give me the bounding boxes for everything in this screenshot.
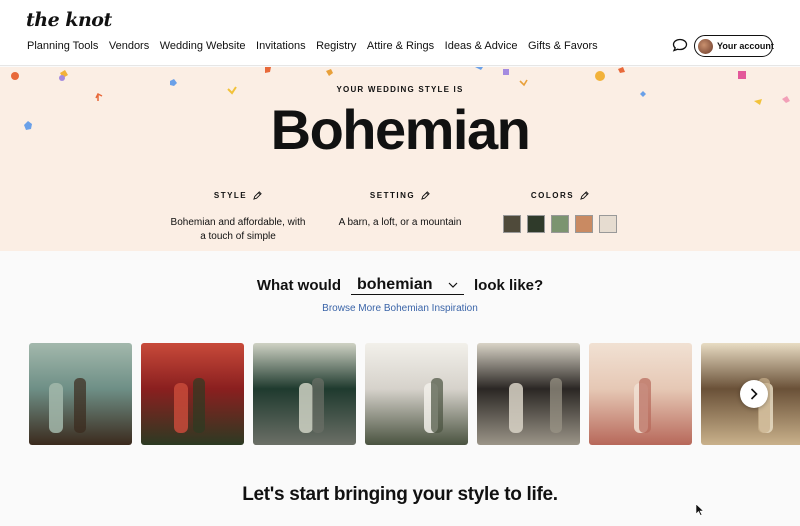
colors-column: COLORS xyxy=(502,185,618,233)
nav-vendors[interactable]: Vendors xyxy=(109,40,149,52)
main-nav: Planning Tools Vendors Wedding Website I… xyxy=(27,40,608,52)
style-column: STYLE Bohemian and affordable, with a to… xyxy=(168,185,308,244)
color-swatches xyxy=(502,215,618,233)
style-explore-row: What would bohemian look like? xyxy=(0,275,800,295)
setting-description: A barn, a loft, or a mountain xyxy=(338,217,462,228)
style-dropdown-value: bohemian xyxy=(356,275,433,293)
color-swatch xyxy=(575,215,593,233)
style-label: STYLE xyxy=(213,191,248,200)
section-title: Let's start bringing your style to life. xyxy=(242,484,558,505)
pencil-icon[interactable] xyxy=(421,191,430,200)
site-header: the knot Planning Tools Vendors Wedding … xyxy=(0,0,800,66)
color-swatch xyxy=(527,215,545,233)
photo-image xyxy=(49,378,86,433)
style-description: Bohemian and affordable, with a touch of… xyxy=(168,216,308,244)
nav-ideas-advice[interactable]: Ideas & Advice xyxy=(445,40,518,52)
inspiration-photo[interactable] xyxy=(253,343,356,445)
photo-image xyxy=(634,378,651,433)
photo-image xyxy=(299,378,324,433)
color-swatch xyxy=(599,215,617,233)
nav-wedding-website[interactable]: Wedding Website xyxy=(160,40,246,52)
style-title: Bohemian xyxy=(270,98,531,161)
chevron-right-icon xyxy=(750,388,758,400)
explore-suffix: look like? xyxy=(473,276,544,294)
style-description-line1: Bohemian and affordable, with xyxy=(170,217,306,228)
avatar xyxy=(698,38,713,54)
setting-label-row: SETTING xyxy=(370,191,430,200)
photo-image xyxy=(509,378,562,433)
inspiration-photo[interactable] xyxy=(365,343,468,445)
account-label: Your account xyxy=(717,41,774,51)
style-hero: YOUR WEDDING STYLE IS Bohemian STYLE Boh… xyxy=(0,67,800,251)
colors-label-row: COLORS xyxy=(531,191,589,200)
color-swatch xyxy=(503,215,521,233)
inspiration-photo[interactable] xyxy=(141,343,244,445)
chevron-down-icon xyxy=(448,282,458,288)
nav-gifts-favors[interactable]: Gifts & Favors xyxy=(528,40,598,52)
browse-inspiration-link[interactable]: Browse More Bohemian Inspiration xyxy=(0,303,800,314)
inspiration-photo[interactable] xyxy=(29,343,132,445)
style-label-row: STYLE xyxy=(214,191,262,200)
style-dropdown[interactable]: bohemian xyxy=(350,275,464,295)
inspiration-photo[interactable] xyxy=(477,343,580,445)
style-description-line2: a touch of simple xyxy=(200,231,276,242)
mouse-cursor-icon xyxy=(696,504,704,516)
nav-invitations[interactable]: Invitations xyxy=(256,40,306,52)
pencil-icon[interactable] xyxy=(580,191,589,200)
account-button[interactable]: Your account xyxy=(694,35,774,57)
logo[interactable]: the knot xyxy=(26,9,112,31)
gallery-next-button[interactable] xyxy=(740,380,768,408)
nav-registry[interactable]: Registry xyxy=(316,40,356,52)
inspiration-photo[interactable] xyxy=(589,343,692,445)
inspiration-gallery xyxy=(29,343,800,445)
hero-eyebrow: YOUR WEDDING STYLE IS xyxy=(336,85,464,94)
colors-label: COLORS xyxy=(530,191,575,200)
nav-attire-rings[interactable]: Attire & Rings xyxy=(367,40,434,52)
nav-planning-tools[interactable]: Planning Tools xyxy=(27,40,98,52)
setting-column: SETTING A barn, a loft, or a mountain xyxy=(335,185,465,230)
pencil-icon[interactable] xyxy=(253,191,262,200)
explore-prefix: What would xyxy=(256,276,341,294)
color-swatch xyxy=(551,215,569,233)
photo-image xyxy=(174,378,205,433)
photo-image xyxy=(424,378,443,433)
setting-label: SETTING xyxy=(369,191,416,200)
chat-icon[interactable] xyxy=(672,38,688,52)
